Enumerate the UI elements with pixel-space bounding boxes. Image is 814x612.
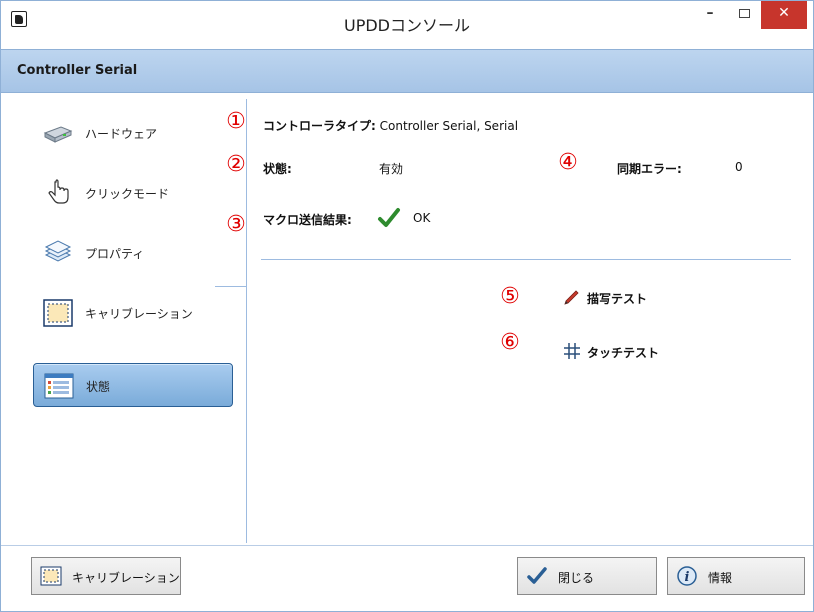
draw-test-label: 描写テスト [587,292,648,306]
calibration-button[interactable]: キャリブレーション [31,557,181,595]
sidebar-item-click-mode[interactable]: クリックモード [33,171,233,215]
close-button-label: 閉じる [558,571,595,585]
svg-text:i: i [685,570,690,585]
marker-3: ③ [226,212,246,237]
active-item-connector [215,286,247,287]
sidebar-item-label: ハードウェア [85,127,158,141]
controller-name: Controller Serial [17,63,138,78]
marker-2: ② [226,152,246,177]
check-icon [378,208,400,227]
sidebar-item-label: プロパティ [85,247,145,261]
sidebar-item-calibration[interactable]: キャリブレーション [33,291,233,335]
status-label-text: 状態: [263,162,292,176]
macro-result-label-text: マクロ送信結果: [263,213,352,227]
calibration-button-label: キャリブレーション [72,571,180,585]
controller-type-row: コントローラタイプ: Controller Serial, Serial [263,117,518,134]
marker-4: ④ [558,150,578,175]
maximize-icon [738,9,750,18]
footer-divider [1,545,813,546]
marker-5: ⑤ [500,284,520,309]
sidebar: ハードウェア クリックモード プロパティ キャリブレーション 状態 [19,99,247,543]
marker-6: ⑥ [500,330,520,355]
sidebar-item-label: 状態 [86,380,111,394]
macro-result-value: OK [413,211,431,225]
calibration-icon [40,566,62,586]
check-icon [527,567,547,584]
sidebar-item-status[interactable]: 状態 [33,363,233,407]
minimize-button[interactable]: – [695,1,725,29]
sidebar-item-hardware[interactable]: ハードウェア [33,111,233,155]
controller-header: Controller Serial [1,49,813,93]
info-icon: i [677,566,697,586]
status-value: 有効 [379,162,404,176]
status-label: 状態: [263,160,292,177]
title-bar: UPDDコンソール – ✕ [1,1,813,43]
info-button-label: 情報 [708,571,733,585]
close-button[interactable]: 閉じる [517,557,657,595]
updd-console-window: UPDDコンソール – ✕ Controller Serial ハードウェア ク… [0,0,814,612]
section-divider [261,259,791,260]
status-list-icon [44,373,74,399]
controller-type-label: コントローラタイプ: [263,119,376,133]
maximize-button[interactable] [729,1,759,29]
sidebar-item-label: キャリブレーション [85,307,193,321]
grid-icon [564,343,580,359]
info-button[interactable]: i 情報 [667,557,805,595]
pencil-icon [564,290,579,305]
sync-error-label-text: 同期エラー: [617,162,682,176]
hand-pointer-icon [48,179,69,204]
sidebar-item-properties[interactable]: プロパティ [33,231,233,275]
hardware-icon [43,126,73,143]
close-window-button[interactable]: ✕ [761,1,807,29]
window-title: UPDDコンソール [343,16,470,35]
controller-type-value: Controller Serial, Serial [379,119,519,133]
macro-result-label: マクロ送信結果: [263,211,352,228]
layers-icon [44,240,72,262]
calibration-icon [43,299,73,327]
sync-error-value: 0 [735,160,743,174]
sync-error-label: 同期エラー: [617,160,682,177]
marker-1: ① [226,109,246,134]
sidebar-item-label: クリックモード [85,187,170,201]
touch-test-label: タッチテスト [587,346,660,360]
